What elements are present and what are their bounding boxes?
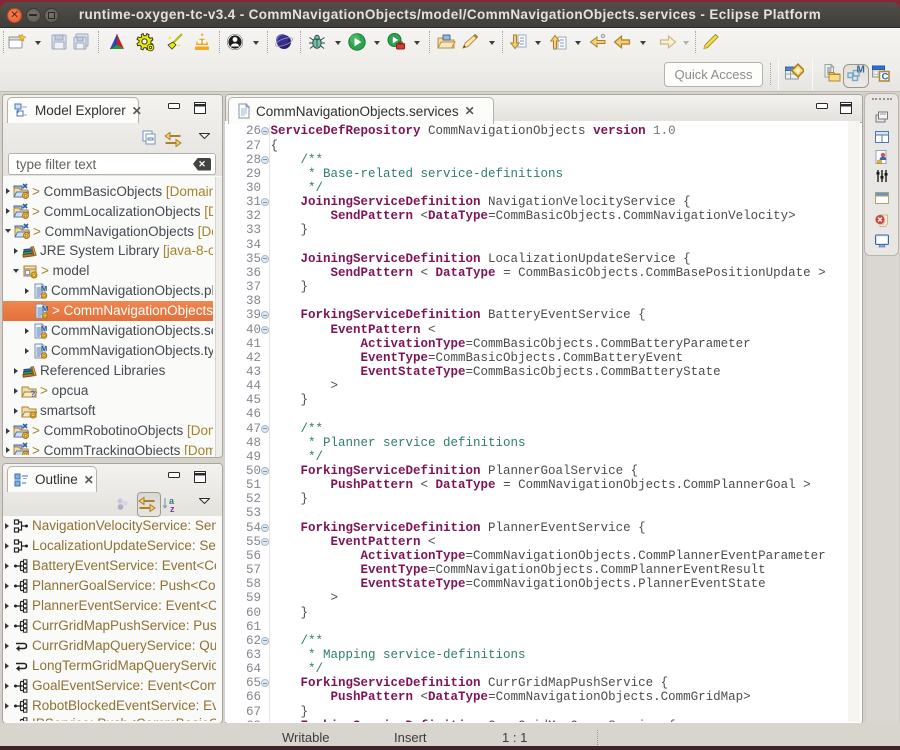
svg-text:M: M (41, 284, 47, 293)
svg-text:M: M (856, 65, 864, 76)
svg-text:?: ? (30, 389, 36, 399)
svg-text:M: M (41, 324, 47, 333)
svg-text:M: M (42, 304, 48, 313)
svg-text:M: M (41, 344, 47, 353)
svg-text:C: C (882, 71, 889, 82)
